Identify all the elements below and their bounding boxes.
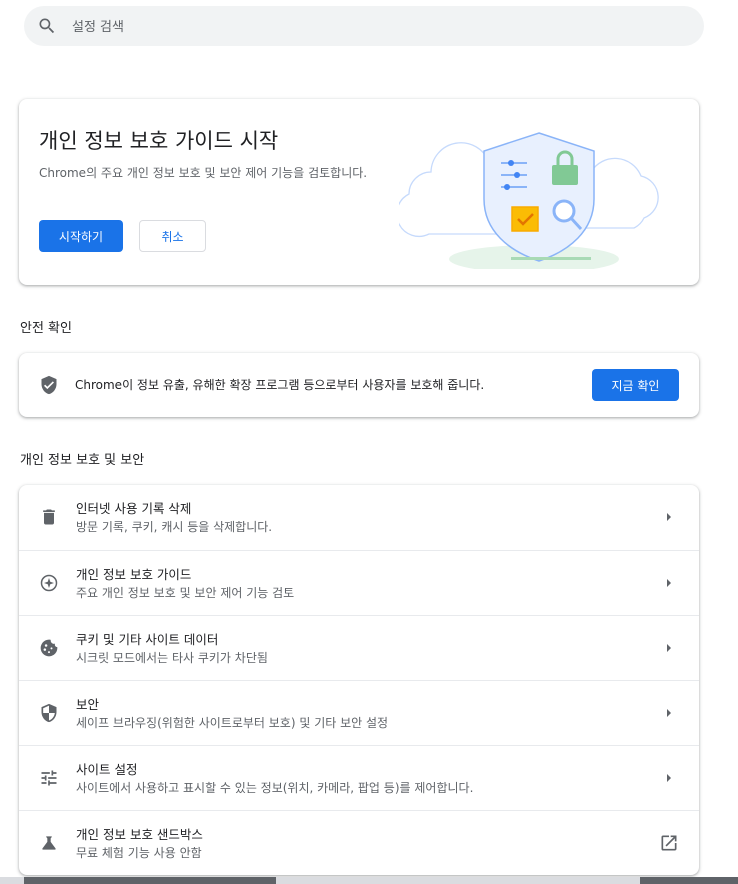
check-now-button[interactable]: 지금 확인 [592, 369, 679, 401]
row-site-settings[interactable]: 사이트 설정 사이트에서 사용하고 표시할 수 있는 정보(위치, 카메라, 팝… [19, 745, 699, 810]
open-in-new-icon [661, 835, 677, 851]
safety-check-description: Chrome이 정보 유출, 유해한 확장 프로그램 등으로부터 사용자를 보호… [75, 378, 485, 392]
search-icon [39, 18, 55, 34]
row-label: 보안 [76, 697, 100, 712]
security-shield-icon [41, 703, 57, 723]
tune-icon [41, 770, 57, 786]
promo-description: Chrome의 주요 개인 정보 보호 및 보안 제어 기능을 검토합니다. [39, 166, 368, 180]
row-label: 쿠키 및 기타 사이트 데이터 [76, 632, 219, 647]
arrow-right-icon [667, 774, 671, 782]
row-sublabel: 주요 개인 정보 보호 및 보안 제어 기능 검토 [76, 586, 295, 600]
row-label: 개인 정보 보호 샌드박스 [76, 827, 203, 842]
shield-icon [41, 375, 57, 395]
row-sublabel: 세이프 브라우징(위험한 사이트로부터 보호) 및 기타 보안 설정 [76, 716, 389, 730]
arrow-right-icon [667, 644, 671, 652]
row-clear-browsing-data[interactable]: 인터넷 사용 기록 삭제 방문 기록, 쿠키, 캐시 등을 삭제합니다. [19, 485, 699, 550]
cookie-icon [40, 639, 58, 657]
row-label: 사이트 설정 [76, 762, 138, 777]
compass-icon [40, 574, 58, 592]
cancel-button[interactable]: 취소 [139, 220, 206, 252]
scrollbar-thumb[interactable] [24, 877, 276, 884]
arrow-right-icon [667, 579, 671, 587]
row-sublabel: 시크릿 모드에서는 타사 쿠키가 차단됨 [76, 651, 268, 665]
row-sublabel: 방문 기록, 쿠키, 캐시 등을 삭제합니다. [76, 520, 273, 534]
arrow-right-icon [667, 513, 671, 521]
privacy-guide-promo-card: 개인 정보 보호 가이드 시작 Chrome의 주요 개인 정보 보호 및 보안… [19, 99, 699, 285]
arrow-right-icon [667, 709, 671, 717]
privacy-guide-illustration [399, 132, 659, 269]
row-sublabel: 사이트에서 사용하고 표시할 수 있는 정보(위치, 카메라, 팝업 등)를 제… [76, 781, 474, 795]
row-privacy-sandbox[interactable]: 개인 정보 보호 샌드박스 무료 체험 기능 사용 안함 [19, 810, 699, 875]
row-cookies[interactable]: 쿠키 및 기타 사이트 데이터 시크릿 모드에서는 타사 쿠키가 차단됨 [19, 615, 699, 680]
scrollbar-track-segment [640, 877, 738, 884]
privacy-security-heading: 개인 정보 보호 및 보안 [20, 453, 145, 468]
horizontal-scrollbar[interactable] [0, 877, 738, 884]
row-label: 인터넷 사용 기록 삭제 [76, 501, 192, 516]
start-guide-button[interactable]: 시작하기 [39, 220, 123, 252]
search-input[interactable] [70, 6, 674, 48]
flask-icon [42, 836, 56, 850]
settings-search-bar[interactable] [24, 6, 704, 48]
promo-title: 개인 정보 보호 가이드 시작 [39, 129, 279, 153]
row-privacy-guide[interactable]: 개인 정보 보호 가이드 주요 개인 정보 보호 및 보안 제어 기능 검토 [19, 550, 699, 615]
safety-check-card: Chrome이 정보 유출, 유해한 확장 프로그램 등으로부터 사용자를 보호… [19, 353, 699, 417]
trash-icon [43, 509, 55, 525]
privacy-security-list: 인터넷 사용 기록 삭제 방문 기록, 쿠키, 캐시 등을 삭제합니다. 개인 … [19, 485, 699, 875]
safety-check-heading: 안전 확인 [20, 321, 72, 336]
row-security[interactable]: 보안 세이프 브라우징(위험한 사이트로부터 보호) 및 기타 보안 설정 [19, 680, 699, 745]
row-label: 개인 정보 보호 가이드 [76, 567, 192, 582]
row-sublabel: 무료 체험 기능 사용 안함 [76, 846, 202, 860]
